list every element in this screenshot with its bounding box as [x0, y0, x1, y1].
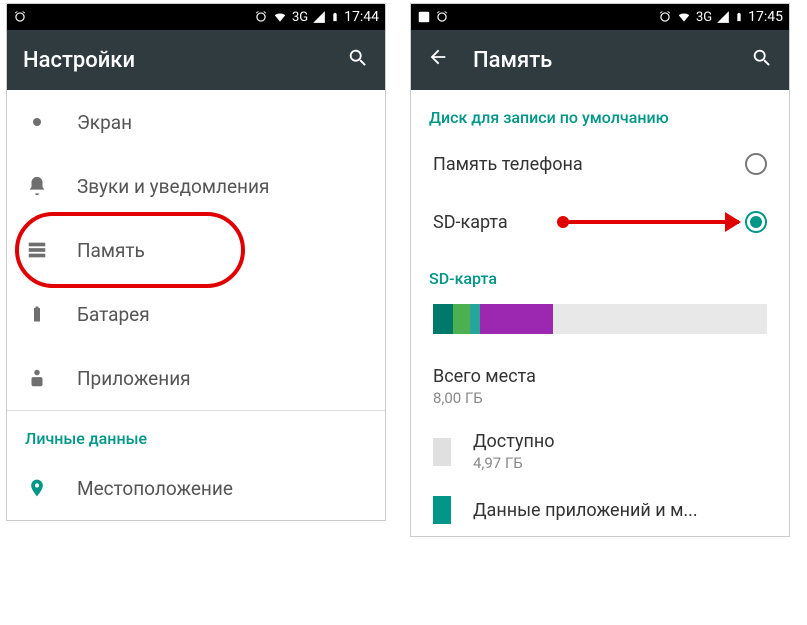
- section-sd: SD-карта: [411, 251, 789, 296]
- stat-value: 8,00 ГБ: [433, 389, 767, 407]
- row-label: Местоположение: [77, 477, 233, 500]
- signal-icon: [716, 10, 730, 24]
- network-label: 3G: [292, 10, 308, 25]
- row-location[interactable]: Местоположение: [7, 456, 385, 520]
- swatch-icon: [433, 496, 451, 524]
- stat-label: Доступно: [473, 431, 555, 452]
- row-storage[interactable]: Память: [7, 218, 385, 282]
- phone-right: 3G 17:45 Память Диск для записи по умолч…: [410, 3, 790, 537]
- storage-seg-free: [553, 304, 767, 334]
- stat-value: 4,97 ГБ: [473, 454, 555, 472]
- row-apps[interactable]: Приложения: [7, 346, 385, 410]
- alarm-icon: [435, 10, 449, 24]
- storage-seg: [453, 304, 470, 334]
- section-default-disk: Диск для записи по умолчанию: [411, 90, 789, 135]
- stat-label: Всего места: [433, 366, 767, 387]
- battery-icon: [734, 10, 744, 24]
- image-icon: [417, 10, 431, 24]
- status-bar: 3G 17:44: [7, 4, 385, 30]
- location-icon: [25, 476, 49, 500]
- alarm-icon: [13, 10, 27, 24]
- radio-unselected-icon[interactable]: [745, 153, 767, 175]
- clock-label: 17:44: [344, 9, 379, 25]
- search-icon[interactable]: [751, 47, 773, 73]
- app-bar: Настройки: [7, 30, 385, 90]
- network-label: 3G: [696, 10, 712, 25]
- settings-list: Экран Звуки и уведомления Память Батарея: [7, 90, 385, 520]
- alarm-icon: [254, 10, 268, 24]
- page-title: Память: [473, 48, 727, 73]
- apps-icon: [25, 366, 49, 390]
- row-sound[interactable]: Звуки и уведомления: [7, 154, 385, 218]
- stat-total[interactable]: Всего места 8,00 ГБ: [411, 354, 789, 419]
- storage-seg: [433, 304, 453, 334]
- clock-label: 17:45: [748, 9, 783, 25]
- wifi-icon: [272, 10, 288, 24]
- alarm-icon: [658, 10, 672, 24]
- storage-icon: [25, 238, 49, 262]
- radio-selected-icon[interactable]: [745, 211, 767, 233]
- signal-icon: [312, 10, 326, 24]
- stat-apps[interactable]: Данные приложений и м...: [411, 484, 789, 536]
- search-icon[interactable]: [347, 47, 369, 73]
- battery-icon: [25, 302, 49, 326]
- storage-usage-bar: [433, 304, 767, 334]
- storage-seg: [470, 304, 480, 334]
- arrow-annotation: [561, 220, 739, 224]
- row-label: Экран: [77, 111, 132, 134]
- storage-seg: [480, 304, 553, 334]
- option-sd-card[interactable]: SD-карта: [411, 193, 789, 251]
- row-label: Приложения: [77, 367, 191, 390]
- page-title: Настройки: [23, 48, 323, 73]
- row-label: Память: [77, 239, 145, 262]
- stat-available[interactable]: Доступно 4,97 ГБ: [411, 419, 789, 484]
- row-label: Батарея: [77, 303, 150, 326]
- row-display[interactable]: Экран: [7, 90, 385, 154]
- app-bar: Память: [411, 30, 789, 90]
- battery-icon: [330, 10, 340, 24]
- stat-label: Данные приложений и м...: [473, 500, 698, 521]
- brightness-icon: [25, 110, 49, 134]
- option-label: SD-карта: [433, 212, 508, 233]
- section-personal: Личные данные: [7, 411, 385, 456]
- row-battery[interactable]: Батарея: [7, 282, 385, 346]
- option-label: Память телефона: [433, 154, 583, 175]
- status-bar: 3G 17:45: [411, 4, 789, 30]
- phone-left: 3G 17:44 Настройки Экран Звуки и у: [6, 3, 386, 521]
- back-icon[interactable]: [427, 46, 449, 74]
- wifi-icon: [676, 10, 692, 24]
- swatch-icon: [433, 438, 451, 466]
- bell-icon: [25, 174, 49, 198]
- row-label: Звуки и уведомления: [77, 175, 269, 198]
- option-phone-memory[interactable]: Память телефона: [411, 135, 789, 193]
